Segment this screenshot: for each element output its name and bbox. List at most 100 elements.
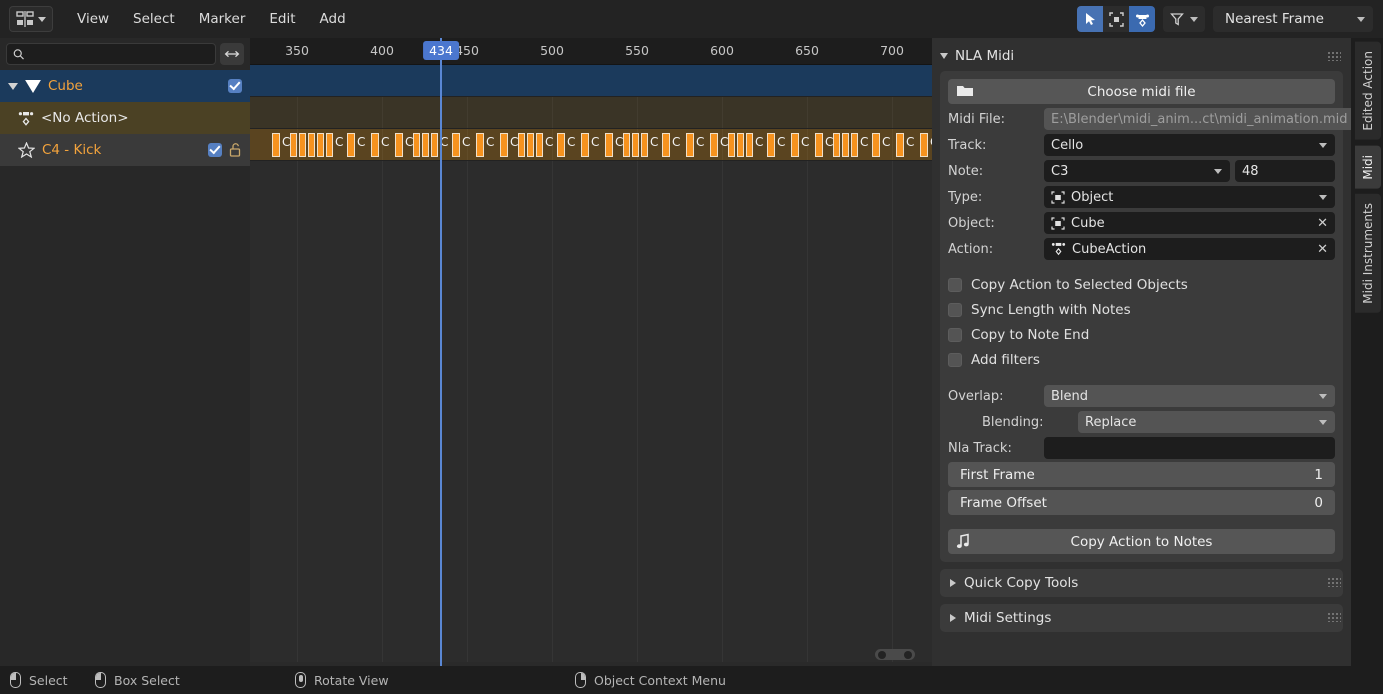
menu-view[interactable]: View <box>65 7 121 31</box>
action-field[interactable]: CubeAction ✕ <box>1044 238 1335 260</box>
panel-grip-icon[interactable] <box>1327 51 1341 61</box>
checkbox-box[interactable] <box>948 327 962 342</box>
editor-type-selector[interactable] <box>9 6 53 32</box>
nla-strip[interactable] <box>728 133 735 157</box>
nla-strip[interactable] <box>500 133 508 157</box>
nla-strip[interactable] <box>431 133 438 157</box>
note-number-field[interactable]: 48 <box>1235 160 1335 182</box>
panel-grip-icon[interactable] <box>1327 577 1341 587</box>
nla-strip[interactable] <box>422 133 429 157</box>
menu-edit[interactable]: Edit <box>257 7 307 31</box>
timeline-row-strips[interactable]: CCCCCCCCCCCCCCCCCCCCCCCCC <box>250 129 938 161</box>
checkbox-box[interactable] <box>948 302 962 317</box>
object-field[interactable]: Cube ✕ <box>1044 212 1335 234</box>
channel-row-c4-kick[interactable]: C4 - Kick <box>0 134 250 166</box>
subpanel-quick-copy-tools[interactable]: Quick Copy Tools <box>940 569 1343 597</box>
checkbox-add-filters[interactable]: Add filters <box>948 347 1335 372</box>
unlocked-icon[interactable] <box>229 143 242 157</box>
playhead-line[interactable] <box>440 38 442 666</box>
overlap-dropdown[interactable]: Blend <box>1044 385 1335 407</box>
expand-triangle-icon[interactable] <box>8 82 18 90</box>
checkbox-sync-length[interactable]: Sync Length with Notes <box>948 297 1335 322</box>
clear-object-icon[interactable]: ✕ <box>1317 216 1328 231</box>
nla-strip[interactable] <box>791 133 799 157</box>
nla-strip[interactable] <box>833 133 840 157</box>
nla-strip[interactable] <box>581 133 589 157</box>
nla-strip[interactable] <box>272 133 280 157</box>
choose-midi-file-button[interactable]: Choose midi file <box>948 79 1335 104</box>
nla-timeline[interactable]: 350 400 450 500 550 600 650 700 CCCCCCCCCCCCCCC… <box>250 38 938 666</box>
channel-enable-checkbox[interactable] <box>208 143 222 157</box>
nla-strip[interactable] <box>872 133 880 157</box>
nla-strip[interactable] <box>326 133 333 157</box>
channel-row-no-action[interactable]: <No Action> <box>0 102 250 134</box>
nla-strip[interactable] <box>536 133 543 157</box>
nla-strip[interactable] <box>920 133 928 157</box>
tab-midi[interactable]: Midi <box>1355 145 1381 189</box>
timeline-row-cube[interactable] <box>250 65 932 97</box>
subpanel-midi-settings[interactable]: Midi Settings <box>940 604 1343 632</box>
midi-file-field[interactable]: E:\Blender\midi_anim...ct\midi_animation… <box>1044 108 1351 130</box>
nla-strip[interactable] <box>605 133 613 157</box>
scrollbar-handle-right-icon[interactable] <box>904 650 912 659</box>
filter-button[interactable] <box>1163 6 1205 32</box>
horizontal-scrollbar[interactable] <box>250 648 932 662</box>
snap-mode-dropdown[interactable]: Nearest Frame <box>1213 6 1373 32</box>
channel-row-cube[interactable]: Cube <box>0 70 250 102</box>
nla-strip[interactable] <box>317 133 324 157</box>
note-dropdown[interactable]: C3 <box>1044 160 1230 182</box>
snap-toggle[interactable] <box>1129 6 1155 32</box>
cursor-select-toggle[interactable] <box>1077 6 1103 32</box>
timeline-ruler[interactable]: 350 400 450 500 550 600 650 700 <box>250 38 932 65</box>
first-frame-slider[interactable]: First Frame 1 <box>948 462 1335 487</box>
tab-midi-instruments[interactable]: Midi Instruments <box>1355 194 1381 314</box>
nla-strip[interactable] <box>842 133 849 157</box>
blending-dropdown[interactable]: Replace <box>1078 411 1335 433</box>
menu-select[interactable]: Select <box>121 7 187 31</box>
nla-strip[interactable] <box>395 133 403 157</box>
type-dropdown[interactable]: Object <box>1044 186 1335 208</box>
nla-strip[interactable] <box>476 133 484 157</box>
nla-strip[interactable] <box>896 133 904 157</box>
nla-strip[interactable] <box>527 133 534 157</box>
nla-strip[interactable] <box>299 133 306 157</box>
checkbox-box[interactable] <box>948 277 962 292</box>
timeline-row-no-action[interactable] <box>250 97 932 129</box>
box-select-toggle[interactable] <box>1103 6 1129 32</box>
scrollbar-handle-left-icon[interactable] <box>878 650 886 659</box>
nla-strip[interactable] <box>413 133 420 157</box>
copy-action-to-notes-button[interactable]: Copy Action to Notes <box>948 529 1335 554</box>
nla-strip[interactable] <box>371 133 379 157</box>
nla-strip[interactable] <box>746 133 753 157</box>
expand-channels-button[interactable] <box>220 43 244 65</box>
channel-enable-checkbox[interactable] <box>228 79 242 93</box>
nla-strip[interactable] <box>632 133 639 157</box>
nla-strip[interactable] <box>518 133 525 157</box>
nla-strip[interactable] <box>557 133 565 157</box>
tab-edited-action[interactable]: Edited Action <box>1355 42 1381 140</box>
nla-strip[interactable] <box>308 133 315 157</box>
clear-action-icon[interactable]: ✕ <box>1317 242 1328 257</box>
menu-add[interactable]: Add <box>308 7 358 31</box>
checkbox-box[interactable] <box>948 352 962 367</box>
menu-marker[interactable]: Marker <box>187 7 258 31</box>
frame-offset-slider[interactable]: Frame Offset 0 <box>948 490 1335 515</box>
nla-strip[interactable] <box>452 133 460 157</box>
nla-strip[interactable] <box>686 133 694 157</box>
nla-strip[interactable] <box>641 133 648 157</box>
nla-strip[interactable] <box>851 133 858 157</box>
search-field[interactable] <box>6 43 216 65</box>
nla-strip[interactable] <box>815 133 823 157</box>
checkbox-copy-note-end[interactable]: Copy to Note End <box>948 322 1335 347</box>
nla-strip[interactable] <box>767 133 775 157</box>
scrollbar-thumb[interactable] <box>875 649 915 660</box>
checkbox-copy-action-selected[interactable]: Copy Action to Selected Objects <box>948 272 1335 297</box>
panel-grip-icon[interactable] <box>1327 612 1341 622</box>
nla-strip[interactable] <box>290 133 297 157</box>
nla-track-field[interactable] <box>1044 437 1335 459</box>
track-dropdown[interactable]: Cello <box>1044 134 1335 156</box>
search-input[interactable] <box>29 46 209 62</box>
nla-strip[interactable] <box>737 133 744 157</box>
nla-strip[interactable] <box>623 133 630 157</box>
playhead-frame-badge[interactable]: 434 <box>423 41 459 60</box>
